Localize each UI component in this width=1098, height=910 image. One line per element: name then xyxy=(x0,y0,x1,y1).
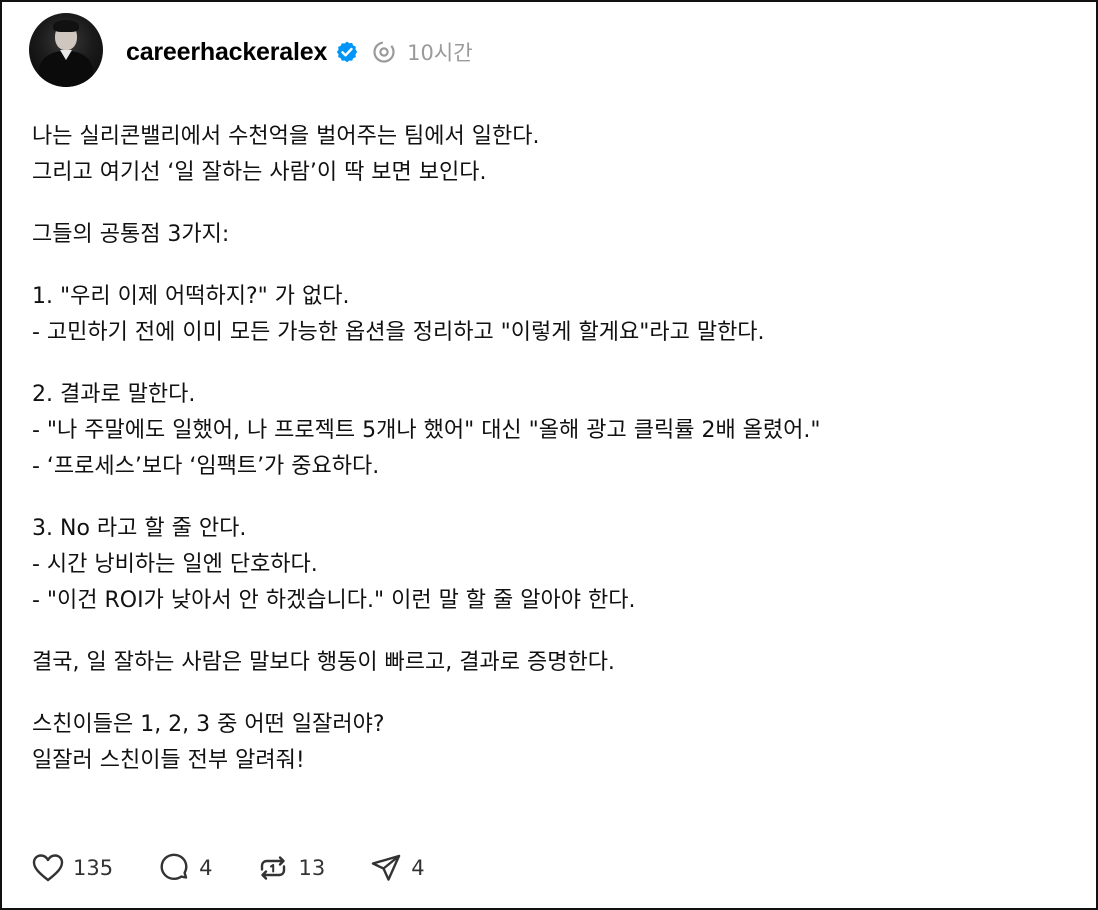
like-count: 135 xyxy=(73,856,114,880)
post-paragraph-4: 2. 결과로 말한다. - "나 주말에도 일했어, 나 프로젝트 5개나 했어… xyxy=(32,382,821,479)
repost-button[interactable]: 13 xyxy=(256,851,325,885)
avatar-hair xyxy=(53,20,79,32)
post-paragraph-1: 나는 실리콘밸리에서 수천억을 벌어주는 팀에서 일한다. 그리고 여기선 ‘일… xyxy=(32,124,540,185)
comment-count: 4 xyxy=(199,856,213,880)
repost-icon xyxy=(261,856,286,880)
post-paragraph-5: 3. No 라고 할 줄 안다. - 시간 낭비하는 일엔 단호하다. - "이… xyxy=(32,516,636,613)
post-header: careerhackeralex 10시간 xyxy=(126,32,473,72)
heart-icon xyxy=(32,854,64,882)
comment-bubble-icon xyxy=(160,853,188,880)
post-paragraph-3: 1. "우리 이제 어떡하지?" 가 없다. - 고민하기 전에 이미 모든 가… xyxy=(32,284,765,345)
send-icon xyxy=(372,854,401,881)
username-link[interactable]: careerhackeralex xyxy=(126,38,327,67)
repost-count: 13 xyxy=(298,856,326,880)
post-time: 10시간 xyxy=(407,41,473,65)
share-button[interactable]: 4 xyxy=(369,851,425,885)
post-body: 나는 실리콘밸리에서 수천억을 벌어주는 팀에서 일한다. 그리고 여기선 ‘일… xyxy=(32,119,1072,805)
post-paragraph-2: 그들의 공통점 3가지: xyxy=(32,222,230,247)
share-count: 4 xyxy=(411,856,425,880)
post-paragraph-7: 스친이들은 1, 2, 3 중 어떤 일잘러야? 일잘러 스친이들 전부 알려줘… xyxy=(32,712,385,773)
action-bar: 135 4 13 4 xyxy=(31,850,469,886)
threads-logo-icon xyxy=(373,41,395,63)
like-button[interactable]: 135 xyxy=(31,851,113,885)
post-card: careerhackeralex 10시간 나는 실리콘밸리에서 수천억을 벌어… xyxy=(0,0,1098,910)
verified-badge-icon xyxy=(336,41,358,63)
avatar[interactable] xyxy=(29,13,103,87)
comment-button[interactable]: 4 xyxy=(157,851,212,885)
post-paragraph-6: 결국, 일 잘하는 사람은 말보다 행동이 빠르고, 결과로 증명한다. xyxy=(32,650,615,675)
